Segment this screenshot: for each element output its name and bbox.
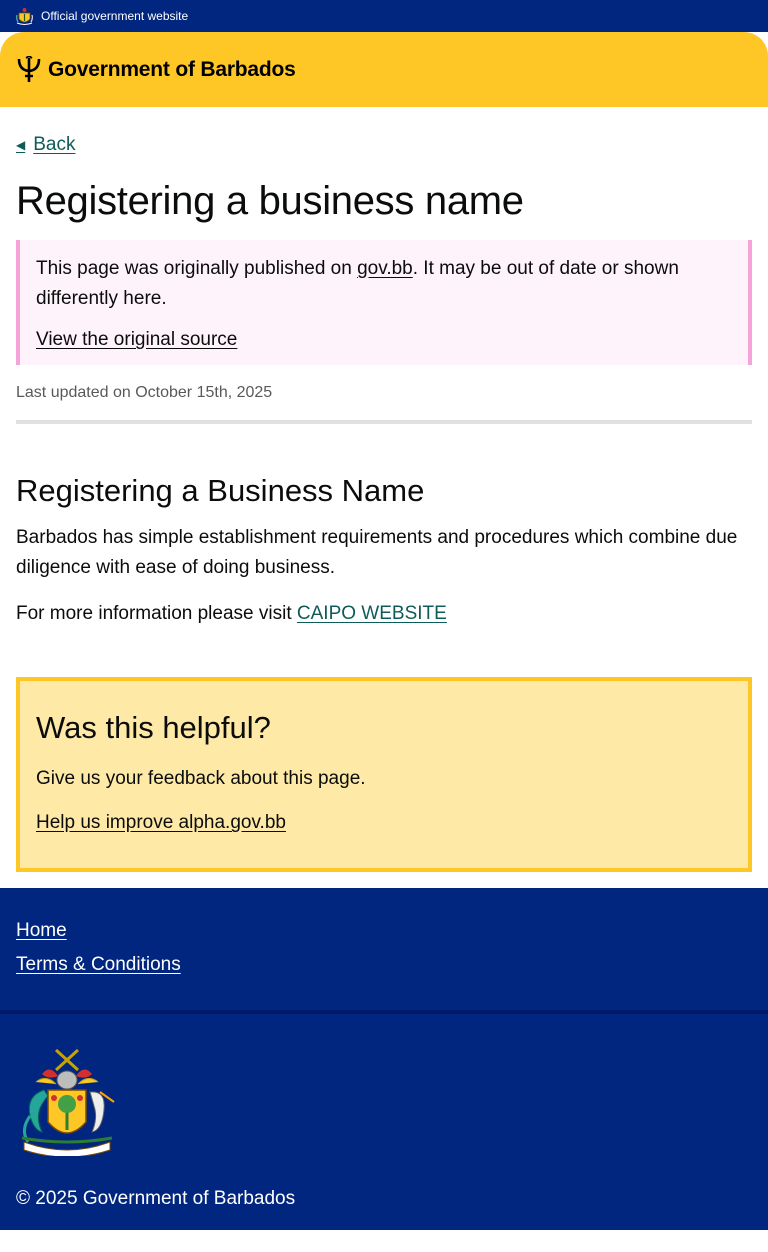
section-heading: Registering a Business Name [16, 473, 425, 508]
last-updated: Last updated on October 15th, 2025 [16, 384, 273, 401]
back-link-label: Back [33, 134, 76, 155]
arrow-left-icon: ◀ [16, 138, 26, 152]
footer-bottom: © 2025 Government of Barbados [0, 1014, 768, 1230]
footer-nav: Home Terms & Conditions [0, 888, 768, 1010]
caipo-website-link[interactable]: CAIPO WEBSITE [297, 603, 447, 624]
trident-icon [17, 55, 41, 82]
main-content: ◀ Back Registering a business name This … [0, 107, 768, 873]
back-link[interactable]: ◀ Back [16, 134, 75, 156]
brand-name: Government of Barbados [48, 57, 296, 81]
feedback-panel: Was this helpful? Give us your feedback … [16, 677, 752, 873]
official-banner: Official government website [0, 0, 768, 32]
official-banner-text: Official government website [41, 9, 189, 23]
feedback-text: Give us your feedback about this page. [36, 768, 366, 790]
site-footer: Home Terms & Conditions © 2025 Governmen… [0, 888, 768, 1231]
page-title: Registering a business name [16, 179, 524, 223]
gov-bb-link[interactable]: gov.bb [357, 258, 413, 279]
home-logo-link[interactable]: Government of Barbados [16, 55, 296, 84]
site-header: Government of Barbados [0, 32, 768, 107]
footer-link-home[interactable]: Home [16, 920, 752, 942]
feedback-title: Was this helpful? [36, 710, 271, 746]
content-paragraph: Barbados has simple establishment requir… [16, 527, 738, 579]
copyright: © 2025 Government of Barbados [16, 1188, 296, 1210]
divider [16, 420, 752, 424]
feedback-link[interactable]: Help us improve alpha.gov.bb [36, 812, 286, 834]
more-info-paragraph: For more information please visit CAIPO … [16, 599, 752, 629]
coat-of-arms-icon [21, 1049, 115, 1157]
notice-text-before: This page was originally published on [36, 258, 358, 279]
view-original-source-link[interactable]: View the original source [36, 329, 237, 351]
archive-notice: This page was originally published on go… [16, 240, 752, 365]
more-info-prefix: For more information please visit [16, 603, 297, 625]
coat-of-arms-icon [16, 7, 33, 25]
footer-link-terms[interactable]: Terms & Conditions [16, 954, 752, 976]
notice-text: This page was originally published on go… [36, 254, 732, 314]
